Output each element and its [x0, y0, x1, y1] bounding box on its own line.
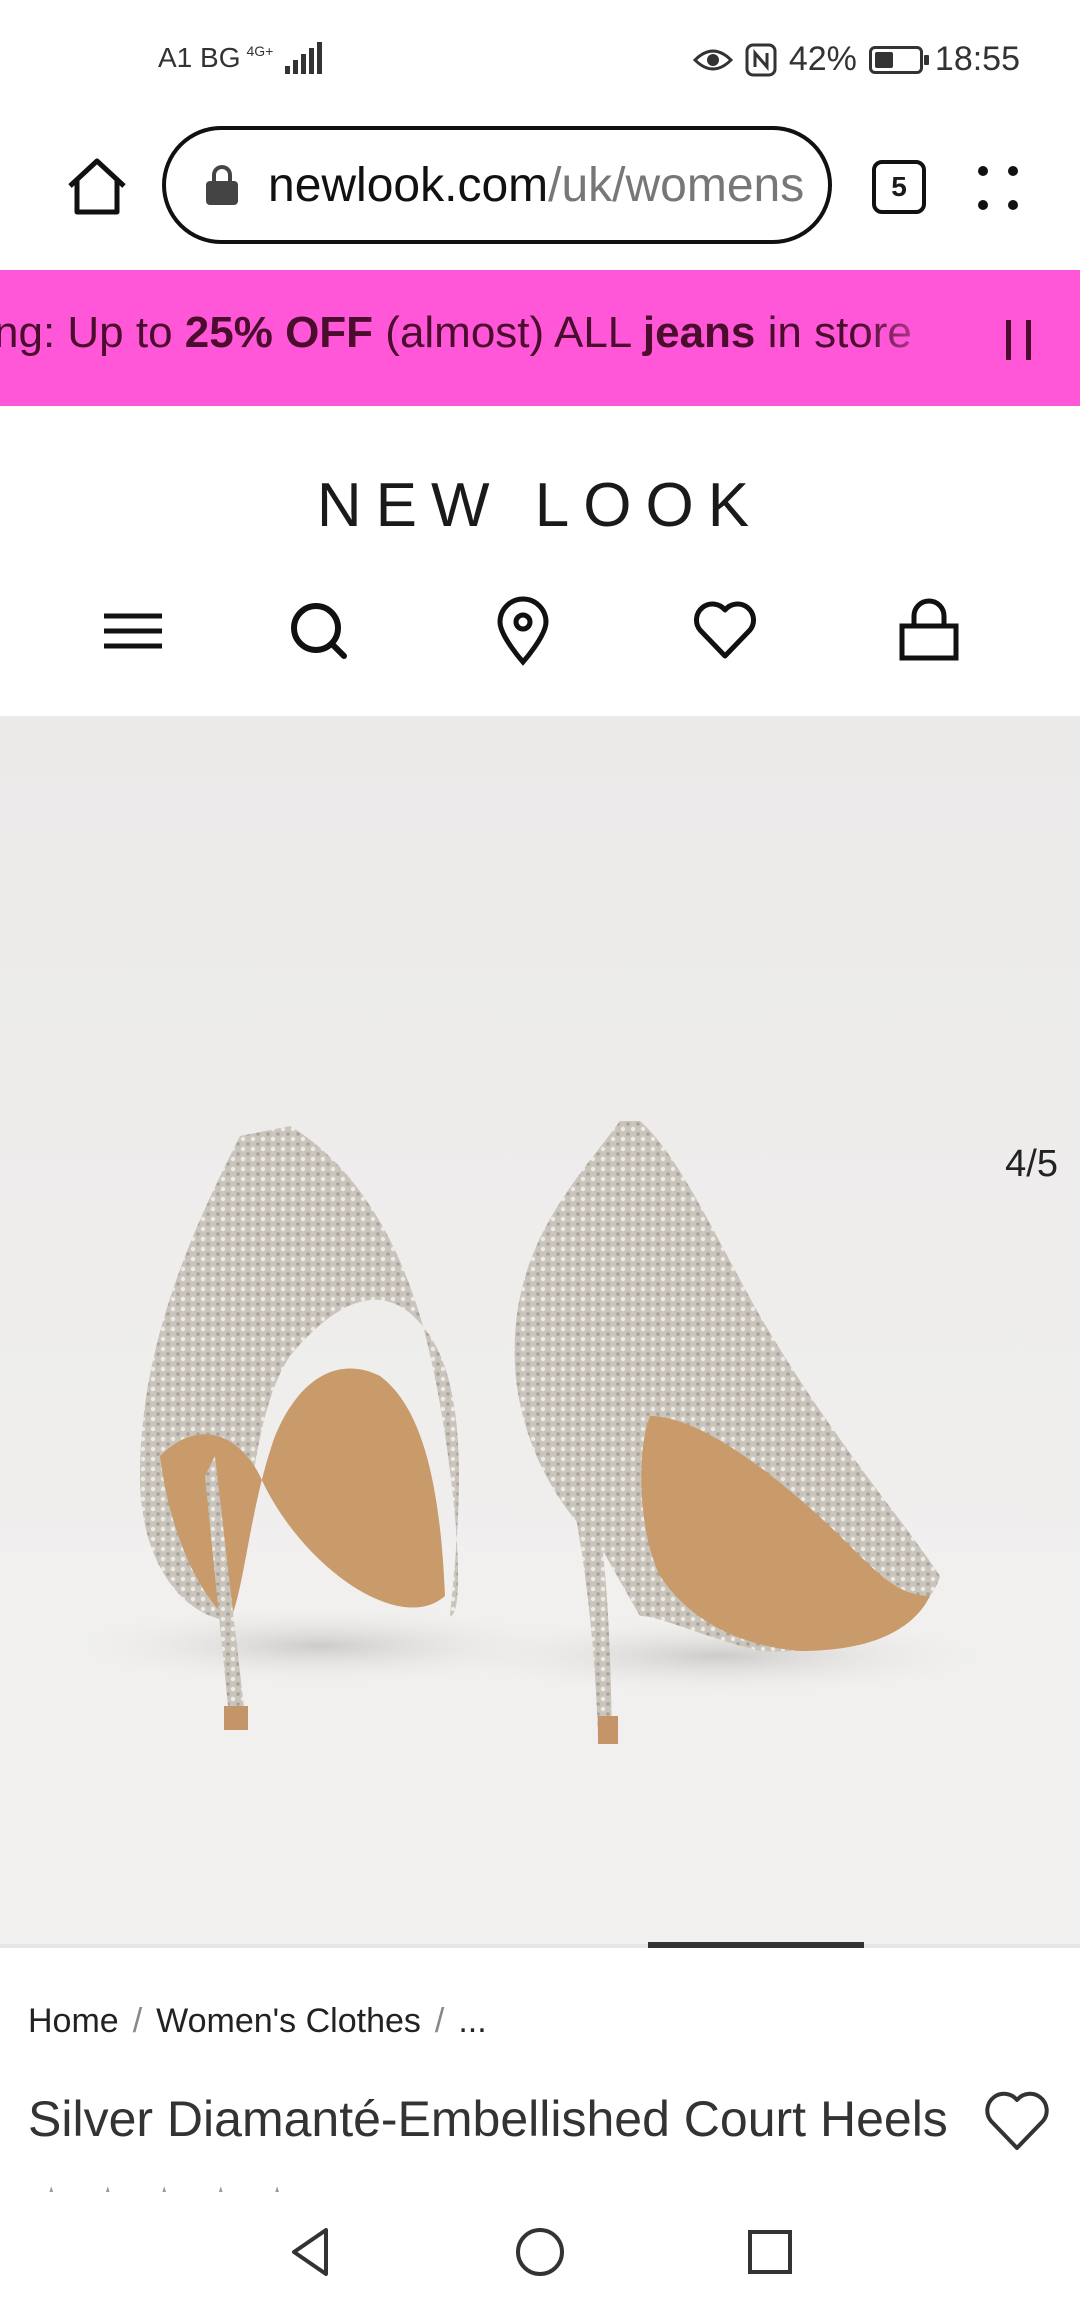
url-text: newlook.com/uk/womens: [268, 158, 804, 213]
image-counter: 4/5: [1005, 1143, 1058, 1185]
site-nav: [0, 596, 1080, 676]
breadcrumb-womens-clothes[interactable]: Women's Clothes: [156, 2002, 421, 2041]
active-slide-indicator: [648, 1942, 864, 1948]
battery-icon: [868, 45, 929, 74]
heart-icon[interactable]: [690, 596, 760, 666]
eye-icon: [692, 49, 733, 70]
promo-prefix: ng: Up to: [0, 308, 185, 357]
promo-mid: (almost) ALL: [373, 308, 643, 357]
search-icon[interactable]: [284, 596, 354, 666]
browser-toolbar: newlook.com/uk/womens 5: [0, 118, 1080, 270]
url-path: /uk/womens: [548, 158, 805, 212]
more-icon[interactable]: [978, 158, 1028, 218]
carrier-name: A1 BG: [158, 42, 241, 73]
breadcrumb-more[interactable]: ...: [458, 2002, 486, 2041]
breadcrumb: Home / Women's Clothes / ...: [28, 2002, 487, 2041]
promo-banner[interactable]: ng: Up to 25% OFF (almost) ALL jeans in …: [0, 270, 1080, 406]
status-right: 42% 18:55: [692, 40, 1020, 79]
signal-icon: [285, 42, 323, 74]
promo-discount: 25% OFF: [184, 308, 374, 357]
breadcrumb-separator: /: [434, 2002, 445, 2040]
recents-icon[interactable]: [740, 2222, 800, 2282]
clock: 18:55: [934, 40, 1020, 78]
home-icon[interactable]: [62, 152, 132, 222]
back-icon[interactable]: [280, 2222, 340, 2282]
address-bar[interactable]: newlook.com/uk/womens: [162, 126, 832, 244]
add-to-wishlist-heart-icon[interactable]: [982, 2088, 1052, 2154]
image-carousel-indicator: [0, 1942, 1080, 1948]
carrier-info: A1 BG 4G+: [158, 42, 323, 74]
promo-text: ng: Up to 25% OFF (almost) ALL jeans in …: [0, 308, 912, 358]
heels-illustration: [0, 1121, 1080, 1946]
location-pin-icon[interactable]: [488, 596, 558, 666]
url-domain: newlook.com: [268, 158, 549, 212]
status-bar: A1 BG 4G+ 42% 18:55: [0, 0, 1080, 118]
hamburger-menu-icon[interactable]: [98, 596, 168, 666]
home-circle-icon[interactable]: [510, 2222, 570, 2282]
promo-category: jeans: [642, 308, 756, 357]
lock-icon: [206, 165, 238, 205]
nfc-icon: [745, 43, 777, 76]
product-image[interactable]: [0, 716, 1080, 1946]
site-logo[interactable]: NEW LOOK: [0, 470, 1080, 541]
breadcrumb-separator: /: [132, 2002, 143, 2040]
breadcrumb-home[interactable]: Home: [28, 2002, 119, 2041]
product-title: Silver Diamanté-Embellished Court Heels: [28, 2091, 948, 2147]
shopping-bag-icon[interactable]: [894, 596, 964, 666]
tab-switcher-button[interactable]: 5: [872, 160, 926, 214]
battery-percent: 42%: [788, 40, 857, 78]
system-navigation-bar: [0, 2192, 1080, 2310]
pause-icon[interactable]: [1000, 320, 1040, 360]
network-type: 4G+: [246, 43, 274, 59]
promo-fade: [860, 270, 980, 406]
